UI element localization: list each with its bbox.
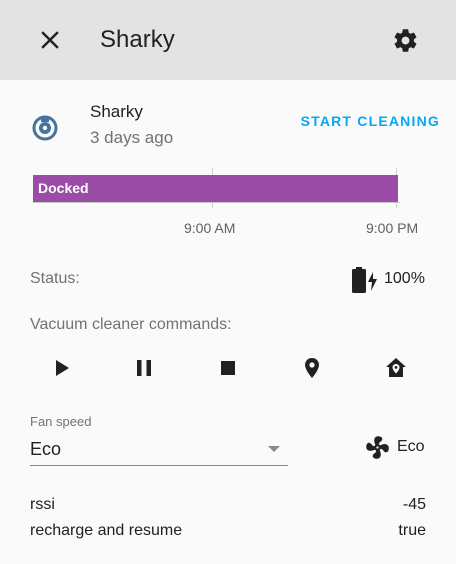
fan-speed-value: Eco [30, 439, 62, 459]
status-label: Status: [30, 270, 80, 287]
entity-last-changed: 3 days ago [90, 128, 174, 147]
fan-icon [366, 436, 389, 459]
attribute-name-recharge: recharge and resume [30, 522, 183, 539]
chevron-down-icon [268, 446, 280, 452]
timeline-tick-label: 9:00 PM [366, 220, 419, 236]
dialog-header: Sharky [0, 0, 456, 80]
attribute-value-recharge: true [398, 522, 426, 539]
fan-speed-current: Eco [397, 438, 425, 455]
play-icon[interactable] [50, 356, 74, 380]
start-cleaning-button[interactable]: START CLEANING [288, 113, 440, 133]
timeline-state-bar[interactable]: Docked [33, 175, 398, 202]
gear-icon[interactable] [392, 27, 419, 54]
locate-icon[interactable] [300, 356, 324, 380]
timeline-axis [33, 202, 400, 203]
fan-speed-label: Fan speed [30, 414, 92, 429]
robot-vacuum-icon [32, 115, 58, 141]
timeline-tick-label: 9:00 AM [184, 220, 236, 236]
history-timeline: Docked 9:00 AM 9:00 PM [30, 168, 430, 240]
stop-icon[interactable] [216, 356, 240, 380]
attribute-name-rssi: rssi [30, 496, 55, 513]
dialog-title: Sharky [100, 26, 175, 53]
battery-level: 100% [384, 270, 425, 287]
commands-label: Vacuum cleaner commands: [30, 316, 232, 333]
return-home-icon[interactable] [384, 356, 408, 380]
close-icon[interactable] [38, 28, 62, 52]
battery-charging-icon [352, 267, 377, 293]
attribute-value-rssi: -45 [402, 496, 426, 513]
fan-speed-select[interactable]: Eco [30, 432, 288, 466]
entity-name: Sharky [90, 102, 143, 121]
pause-icon[interactable] [132, 356, 156, 380]
